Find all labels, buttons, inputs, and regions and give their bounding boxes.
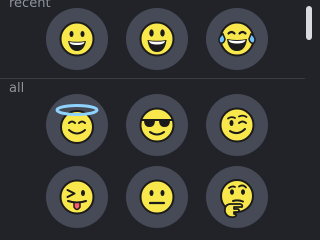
wink-icon bbox=[219, 107, 255, 143]
section-divider bbox=[0, 78, 305, 79]
scrollbar-thumb[interactable] bbox=[306, 6, 312, 40]
stuck-out-tongue-winking-eye-icon bbox=[59, 179, 95, 215]
joy-icon bbox=[218, 21, 256, 57]
emoji-button-face-with-tears-of-joy[interactable] bbox=[206, 8, 268, 70]
emoji-button-grinning-face[interactable] bbox=[46, 8, 108, 70]
emoji-button-grinning-face-big-eyes[interactable] bbox=[126, 8, 188, 70]
smiley-icon bbox=[139, 21, 175, 57]
emoji-button-neutral-face[interactable] bbox=[126, 166, 188, 228]
neutral-face-icon bbox=[139, 179, 175, 215]
innocent-icon bbox=[55, 104, 99, 144]
section-label-recent: recent bbox=[9, 0, 51, 11]
section-label-all: all bbox=[9, 81, 25, 96]
emoji-button-thinking-face[interactable] bbox=[206, 166, 268, 228]
emoji-button-smiling-face-with-halo[interactable] bbox=[46, 94, 108, 156]
emoji-button-smiling-face-with-sunglasses[interactable] bbox=[126, 94, 188, 156]
thinking-face-icon bbox=[220, 179, 254, 219]
emoji-button-winking-face-with-tongue[interactable] bbox=[46, 166, 108, 228]
emoji-button-winking-face[interactable] bbox=[206, 94, 268, 156]
grinning-face-icon bbox=[59, 21, 95, 57]
sunglasses-icon bbox=[139, 107, 175, 143]
